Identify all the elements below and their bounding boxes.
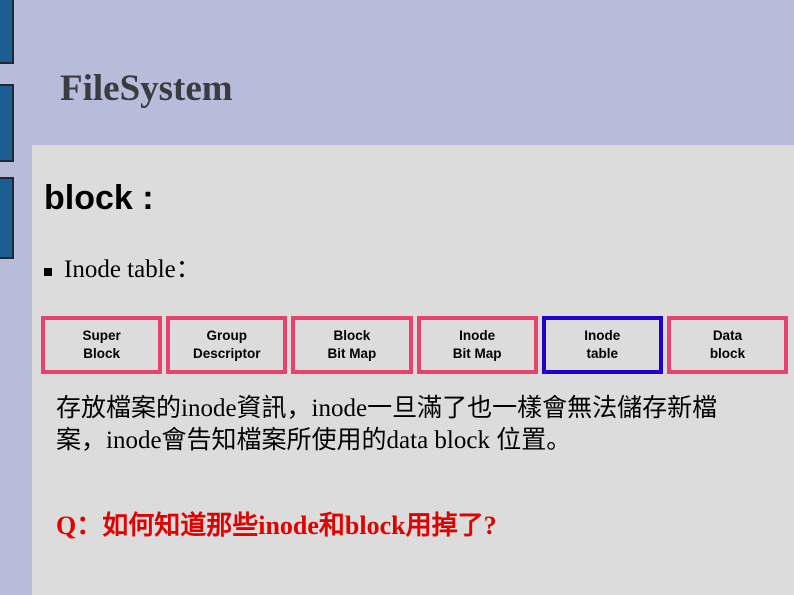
diagram-cell-line2: block — [709, 346, 746, 361]
diagram-cell-data-block: Data block — [666, 316, 789, 374]
slide-canvas: FileSystem block : Inode table： Super Bl… — [0, 0, 794, 595]
diagram-cell-inode-bit-map: Inode Bit Map — [416, 316, 538, 374]
diagram-cell-line2: Bit Map — [327, 346, 377, 361]
content-panel: block : Inode table： Super Block Group D… — [32, 145, 794, 595]
diagram-cell-line1: Inode — [584, 328, 621, 344]
decorative-bar-3 — [0, 177, 14, 259]
diagram-cell-line1: Inode — [459, 328, 496, 344]
diagram-cell-line2: table — [586, 346, 619, 361]
diagram-cell-group-descriptor: Group Descriptor — [166, 316, 288, 374]
decorative-bar-1 — [0, 0, 14, 64]
diagram-cell-line1: Super — [82, 328, 121, 344]
diagram-cell-super-block: Super Block — [41, 316, 163, 374]
page-title: FileSystem — [60, 68, 233, 109]
diagram-cell-line1: Block — [333, 328, 371, 344]
bullet-item-label: Inode table： — [64, 256, 201, 283]
filesystem-block-diagram: Super Block Group Descriptor Block Bit M… — [41, 316, 789, 374]
question-text: Q：如何知道那些inode和block用掉了? — [56, 511, 497, 540]
diagram-cell-line2: Block — [83, 346, 120, 361]
decorative-bar-2 — [0, 84, 14, 162]
diagram-cell-line1: Data — [712, 328, 743, 344]
diagram-cell-line1: Group — [206, 328, 248, 344]
square-bullet-icon — [44, 267, 52, 276]
bullet-list-item: Inode table： — [44, 257, 201, 282]
section-heading: block : — [44, 179, 154, 217]
diagram-cell-inode-table: Inode table — [541, 316, 663, 374]
diagram-cell-block-bit-map: Block Bit Map — [291, 316, 413, 374]
diagram-cell-line2: Bit Map — [452, 346, 502, 361]
diagram-cell-line2: Descriptor — [192, 346, 261, 361]
body-paragraph: 存放檔案的inode資訊，inode一旦滿了也一樣會無法儲存新檔案，inode會… — [56, 395, 718, 454]
